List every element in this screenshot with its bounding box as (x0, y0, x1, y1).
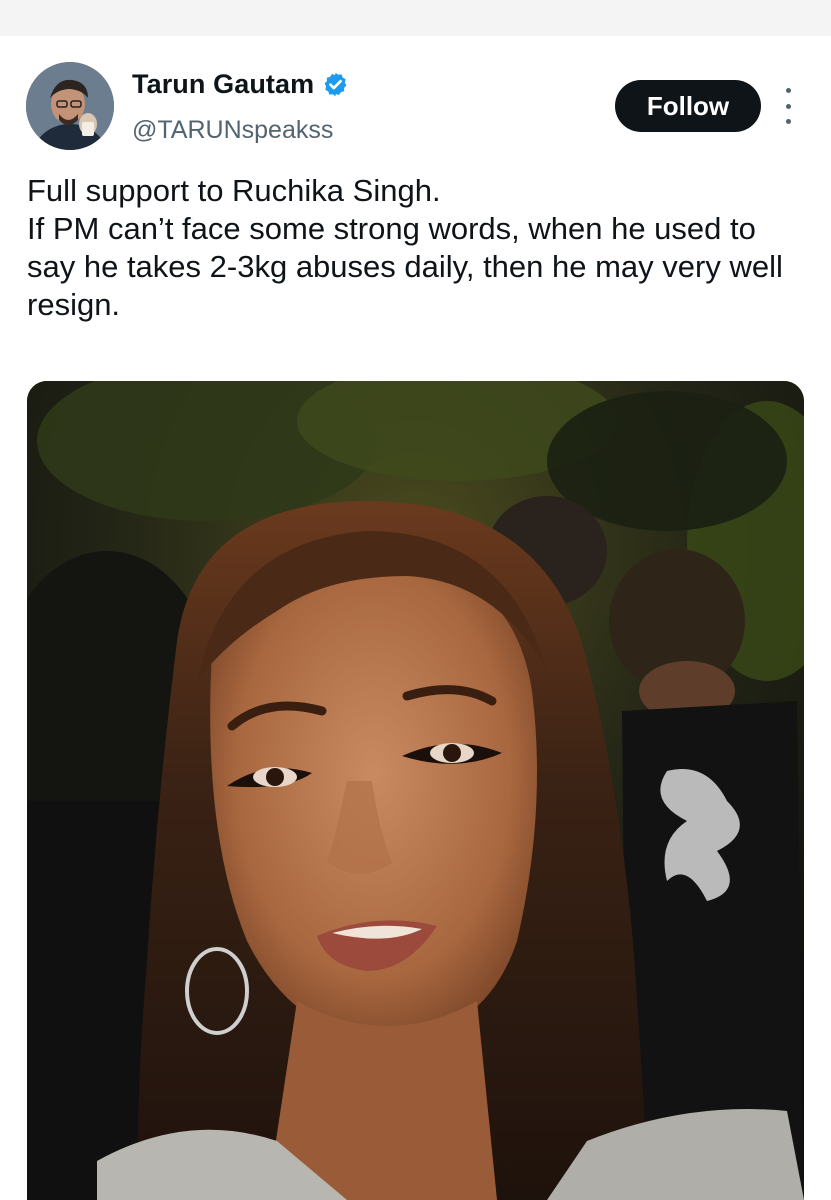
avatar-photo-icon (26, 62, 114, 150)
author-handle[interactable]: @TARUNspeakss (132, 116, 333, 145)
more-options-icon[interactable] (779, 88, 797, 124)
follow-button[interactable]: Follow (615, 80, 761, 132)
tweet-text: Full support to Ruchika Singh. If PM can… (27, 172, 807, 324)
tweet-text-line: Full support to Ruchika Singh. (27, 173, 441, 208)
author-avatar[interactable] (26, 62, 114, 150)
author-name-row: Tarun Gautam (132, 69, 349, 100)
author-display-name[interactable]: Tarun Gautam (132, 69, 314, 100)
tweet-header: Tarun Gautam @TARUNspeakss Follow (0, 36, 831, 166)
top-strip (0, 0, 831, 36)
tweet-text-line: If PM can’t face some strong words, when… (27, 211, 783, 322)
media-photo-icon (27, 381, 804, 1200)
verified-badge-icon (324, 72, 347, 97)
tweet-media[interactable] (27, 381, 804, 1200)
